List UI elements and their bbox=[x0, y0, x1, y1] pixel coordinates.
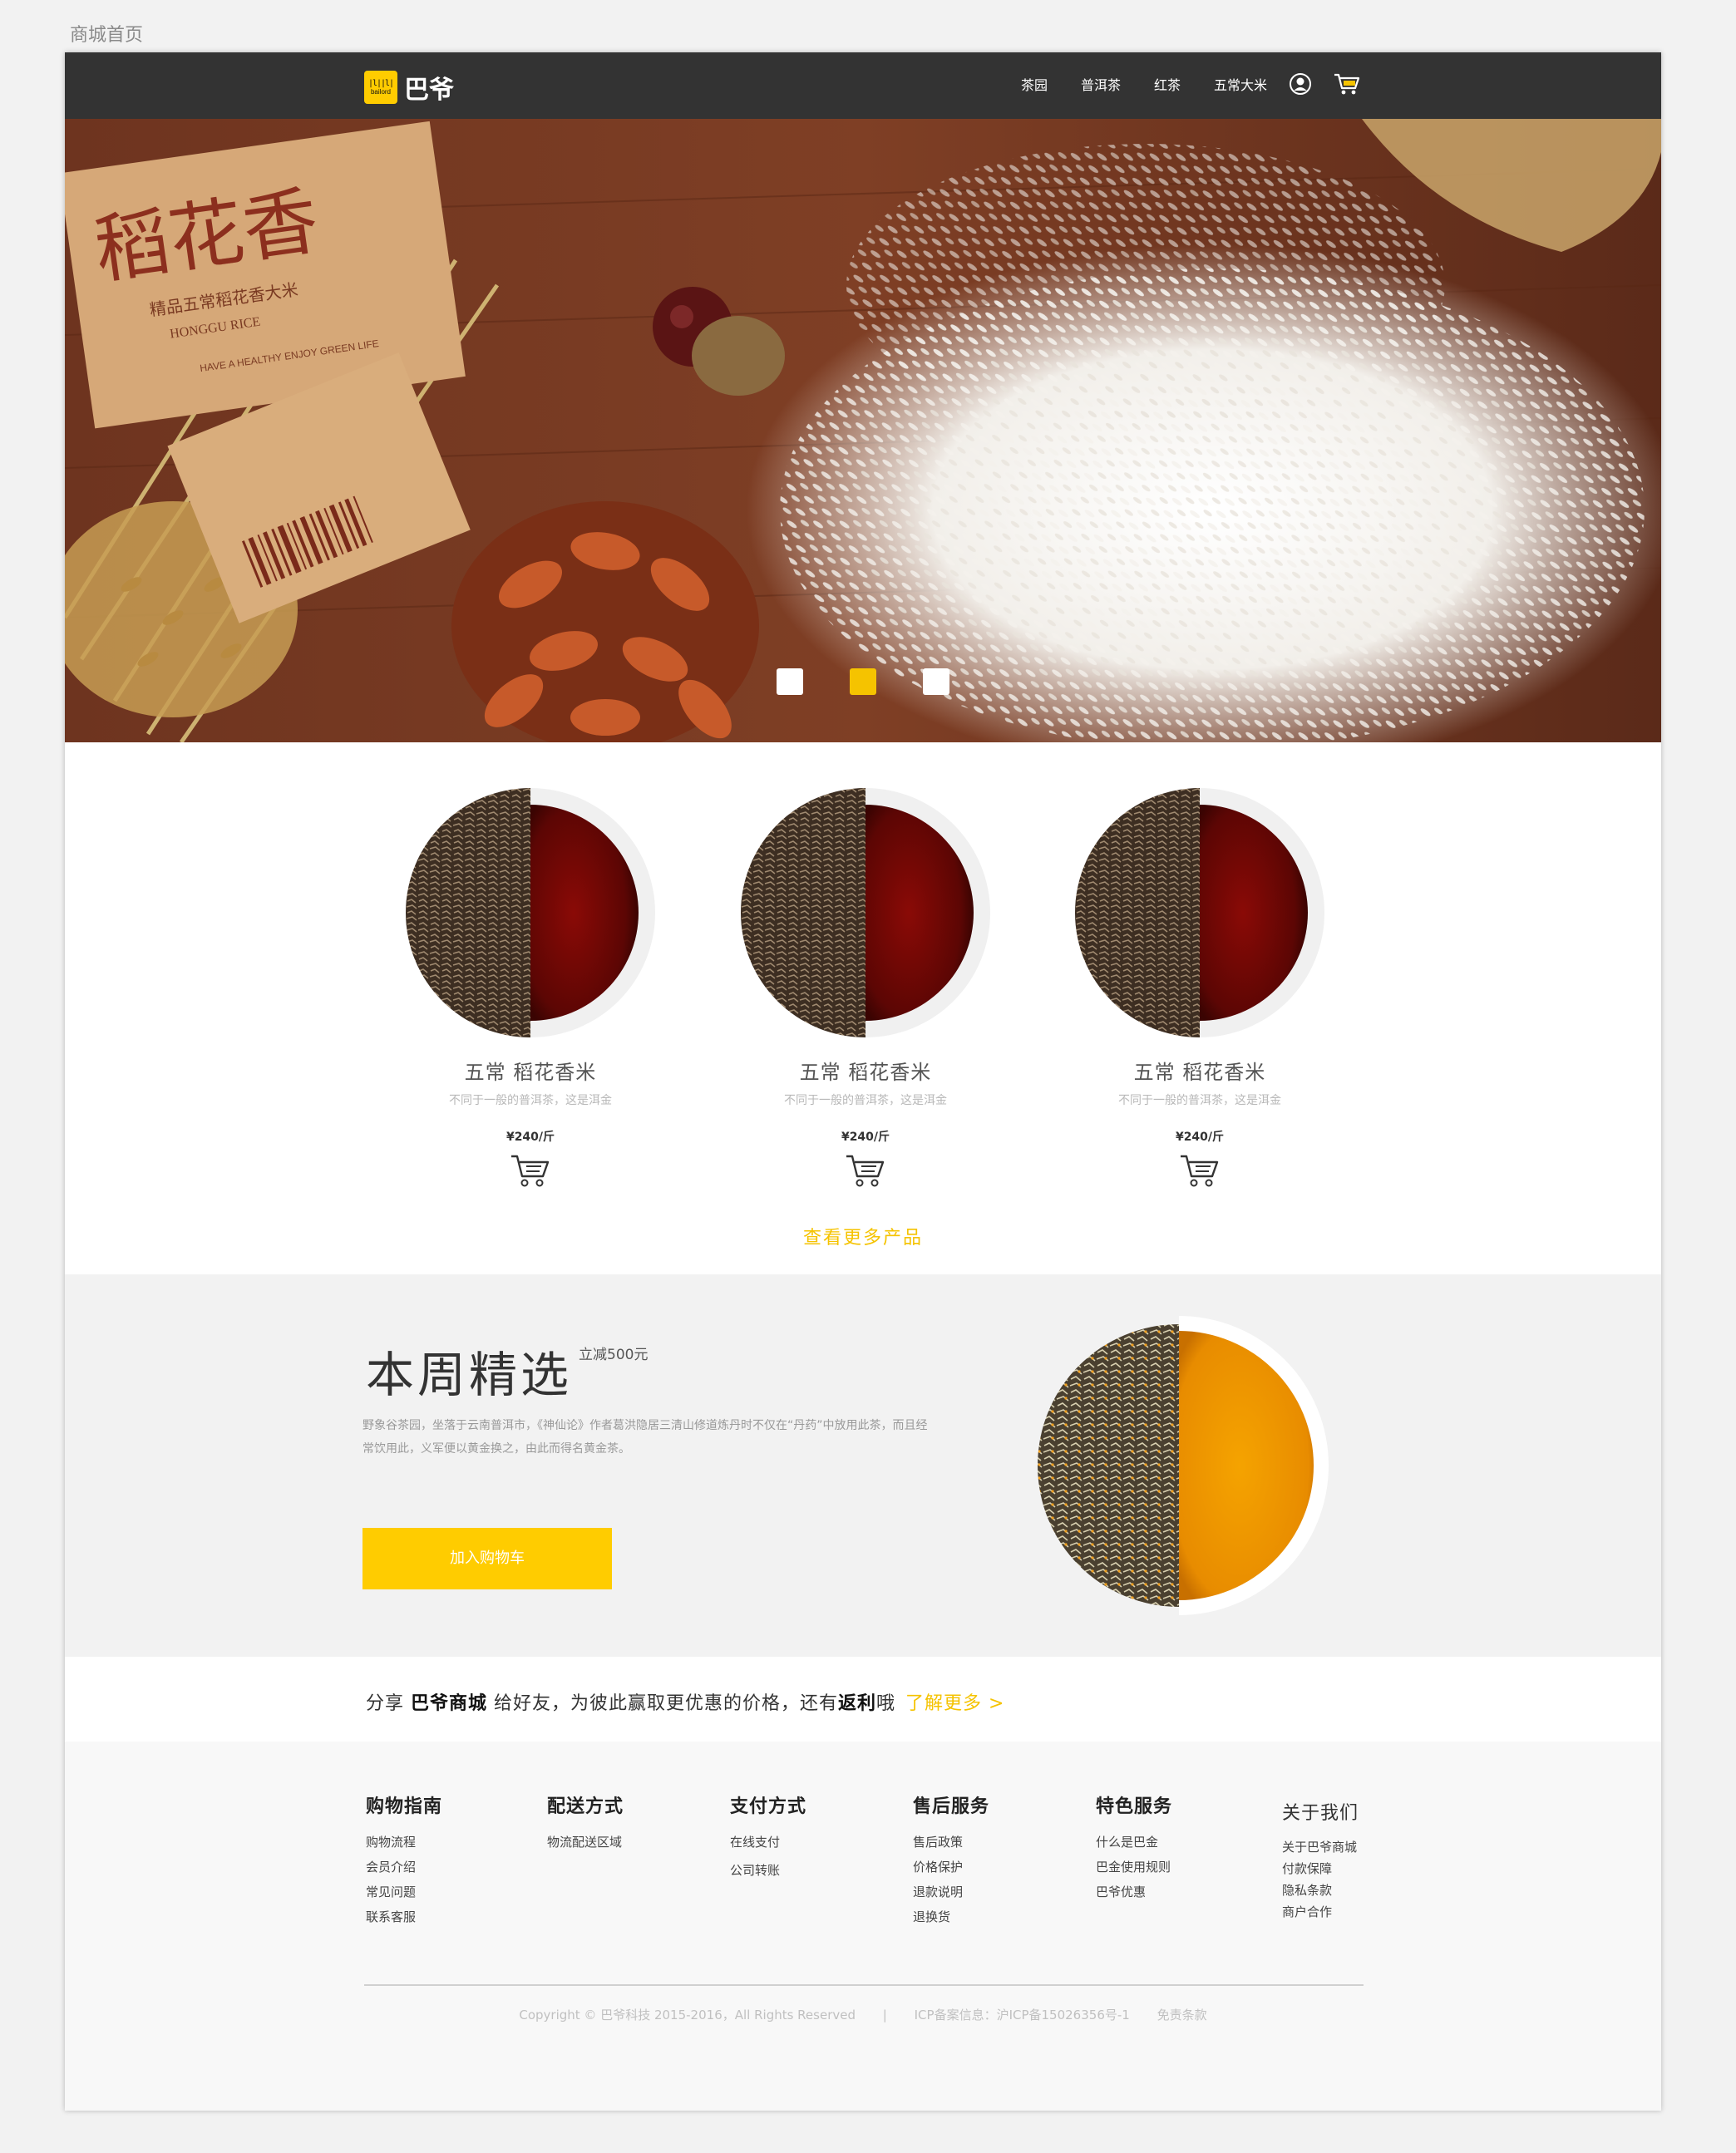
product-card[interactable]: 五常 稻花香米 不同于一般的普洱茶，这是洱金 ¥240/斤 bbox=[406, 788, 655, 1191]
page-label: 商城首页 bbox=[70, 25, 144, 46]
footer-link[interactable]: 巴爷优惠 bbox=[1096, 1880, 1172, 1904]
product-price: ¥240/斤 bbox=[841, 1131, 890, 1144]
product-name: 五常 稻花香米 bbox=[799, 1061, 932, 1084]
nav-item-black-tea[interactable]: 红茶 bbox=[1154, 72, 1181, 99]
nav-item-wuchang-rice[interactable]: 五常大米 bbox=[1214, 72, 1267, 99]
footer-link[interactable]: 退换货 bbox=[913, 1904, 989, 1929]
product-desc: 不同于一般的普洱茶，这是洱金 bbox=[784, 1094, 947, 1107]
footer-link[interactable]: 购物流程 bbox=[366, 1830, 442, 1855]
product-desc: 不同于一般的普洱茶，这是洱金 bbox=[449, 1094, 612, 1107]
footer-link[interactable]: 巴金使用规则 bbox=[1096, 1855, 1172, 1880]
product-section: 五常 稻花香米 不同于一般的普洱茶，这是洱金 ¥240/斤 五常 稻花香米 不同… bbox=[65, 742, 1661, 1274]
footer-divider bbox=[364, 1984, 1364, 1986]
nav-item-tea-garden[interactable]: 茶园 bbox=[1021, 72, 1048, 99]
footer-link[interactable]: 物流配送区域 bbox=[547, 1830, 624, 1855]
hero-image: 稻花香 精品五常稻花香大米 HONGGU RICE HAVE A HEALTHY… bbox=[65, 119, 1661, 742]
footer: 购物指南 购物流程 会员介绍 常见问题 联系客服 配送方式 物流配送区域 支付方… bbox=[65, 1742, 1661, 2111]
footer-link[interactable]: 常见问题 bbox=[366, 1880, 442, 1904]
footer-link[interactable]: 价格保护 bbox=[913, 1855, 989, 1880]
icp-info[interactable]: ICP备案信息：沪ICP备15026356号-1 bbox=[915, 2008, 1130, 2022]
page-frame: |l||l| bailord 巴爷 茶园 普洱茶 红茶 五常大米 稻花香 精品五… bbox=[65, 52, 1661, 2111]
footer-link[interactable]: 隐私条款 bbox=[1282, 1880, 1359, 1901]
footer-column-title: 支付方式 bbox=[730, 1796, 807, 1817]
nav-item-puer[interactable]: 普洱茶 bbox=[1081, 72, 1121, 99]
logo-sub: bailord bbox=[370, 87, 391, 96]
footer-link[interactable]: 商户合作 bbox=[1282, 1901, 1359, 1923]
weekly-product-image bbox=[1038, 1316, 1329, 1615]
footer-column-title: 特色服务 bbox=[1096, 1796, 1173, 1817]
footer-column-after-sales: 售后服务 售后政策 价格保护 退款说明 退换货 bbox=[913, 1791, 989, 1929]
disclaimer-link[interactable]: 免责条款 bbox=[1157, 2008, 1207, 2022]
product-name: 五常 稻花香米 bbox=[1133, 1061, 1266, 1084]
add-to-cart-icon[interactable] bbox=[845, 1153, 886, 1191]
footer-column-title: 购物指南 bbox=[366, 1796, 443, 1817]
footer-column-title: 售后服务 bbox=[913, 1796, 990, 1817]
weekly-title: 本周精选 bbox=[366, 1347, 573, 1403]
product-desc: 不同于一般的普洱茶，这是洱金 bbox=[1118, 1094, 1281, 1107]
footer-column-special-services: 特色服务 什么是巴金 巴金使用规则 巴爷优惠 bbox=[1096, 1791, 1172, 1904]
carousel-dot-1[interactable] bbox=[777, 668, 803, 695]
share-rebate: 返利 bbox=[838, 1693, 877, 1714]
copyright-text: Copyright © 巴爷科技 2015-2016，All Rights Re… bbox=[519, 2008, 856, 2022]
footer-link[interactable]: 售后政策 bbox=[913, 1830, 989, 1855]
footer-link[interactable]: 什么是巴金 bbox=[1096, 1830, 1172, 1855]
share-message: 分享 巴爷商城 给好友，为彼此赢取更优惠的价格，还有返利哦 了解更多 > bbox=[366, 1688, 1004, 1715]
footer-link[interactable]: 联系客服 bbox=[366, 1904, 442, 1929]
carousel-dot-3[interactable] bbox=[923, 668, 949, 695]
main-nav: 茶园 普洱茶 红茶 五常大米 bbox=[1021, 72, 1300, 99]
product-image bbox=[741, 788, 990, 1037]
copyright-bar: Copyright © 巴爷科技 2015-2016，All Rights Re… bbox=[65, 2006, 1661, 2023]
weekly-pick-section: 本周精选 立减500元 野象谷茶园，坐落于云南普洱市，《神仙论》作者葛洪隐居三清… bbox=[65, 1274, 1661, 1657]
carousel-dot-2[interactable] bbox=[850, 668, 876, 695]
add-to-cart-button[interactable]: 加入购物车 bbox=[362, 1528, 612, 1589]
discount-badge: 立减500元 bbox=[579, 1347, 649, 1363]
top-navbar: |l||l| bailord 巴爷 茶园 普洱茶 红茶 五常大米 bbox=[65, 52, 1661, 119]
footer-column-about-us: 关于我们 关于巴爷商城 付款保障 隐私条款 商户合作 bbox=[1282, 1791, 1359, 1923]
product-card[interactable]: 五常 稻花香米 不同于一般的普洱茶，这是洱金 ¥240/斤 bbox=[741, 788, 990, 1191]
carousel-dots bbox=[777, 668, 949, 695]
share-bar: 分享 巴爷商城 给好友，为彼此赢取更优惠的价格，还有返利哦 了解更多 > bbox=[65, 1657, 1661, 1742]
product-image bbox=[406, 788, 655, 1037]
product-name: 五常 稻花香米 bbox=[464, 1061, 597, 1084]
footer-column-title: 关于我们 bbox=[1282, 1803, 1359, 1824]
hero-banner[interactable]: 稻花香 精品五常稻花香大米 HONGGU RICE HAVE A HEALTHY… bbox=[65, 119, 1661, 742]
share-brand: 巴爷商城 bbox=[411, 1693, 488, 1714]
logo-bars-icon: |l||l| bbox=[367, 78, 394, 88]
share-text-part: 哦 bbox=[876, 1693, 896, 1714]
product-price: ¥240/斤 bbox=[1175, 1131, 1225, 1144]
footer-column-shopping-guide: 购物指南 购物流程 会员介绍 常见问题 联系客服 bbox=[366, 1791, 442, 1929]
copyright-separator: | bbox=[882, 2008, 887, 2022]
footer-column-title: 配送方式 bbox=[547, 1796, 624, 1817]
add-to-cart-icon[interactable] bbox=[510, 1153, 551, 1191]
footer-link[interactable]: 关于巴爷商城 bbox=[1282, 1836, 1359, 1858]
header-icons bbox=[1289, 72, 1360, 99]
footer-link[interactable]: 付款保障 bbox=[1282, 1858, 1359, 1880]
logo[interactable]: |l||l| bailord 巴爷 bbox=[364, 69, 454, 106]
footer-link[interactable]: 在线支付 bbox=[730, 1830, 806, 1855]
view-more-products-link[interactable]: 查看更多产品 bbox=[65, 1223, 1661, 1249]
footer-link[interactable]: 公司转账 bbox=[730, 1858, 806, 1883]
logo-mark: |l||l| bailord bbox=[364, 71, 397, 104]
footer-column-payment: 支付方式 在线支付 公司转账 bbox=[730, 1791, 806, 1883]
learn-more-link[interactable]: 了解更多 > bbox=[905, 1693, 1004, 1714]
logo-text: 巴爷 bbox=[404, 76, 454, 105]
share-text-part: 分享 bbox=[366, 1693, 411, 1714]
product-price: ¥240/斤 bbox=[506, 1131, 555, 1144]
user-icon[interactable] bbox=[1289, 72, 1312, 99]
footer-link[interactable]: 会员介绍 bbox=[366, 1855, 442, 1880]
share-text-part: 给好友，为彼此赢取更优惠的价格，还有 bbox=[487, 1693, 839, 1714]
footer-column-delivery: 配送方式 物流配送区域 bbox=[547, 1791, 624, 1855]
weekly-description: 野象谷茶园，坐落于云南普洱市，《神仙论》作者葛洪隐居三清山修道炼丹时不仅在“丹药… bbox=[362, 1419, 928, 1456]
product-image bbox=[1075, 788, 1324, 1037]
product-card[interactable]: 五常 稻花香米 不同于一般的普洱茶，这是洱金 ¥240/斤 bbox=[1075, 788, 1324, 1191]
add-to-cart-icon[interactable] bbox=[1179, 1153, 1221, 1191]
footer-link[interactable]: 退款说明 bbox=[913, 1880, 989, 1904]
cart-icon[interactable] bbox=[1334, 72, 1360, 99]
